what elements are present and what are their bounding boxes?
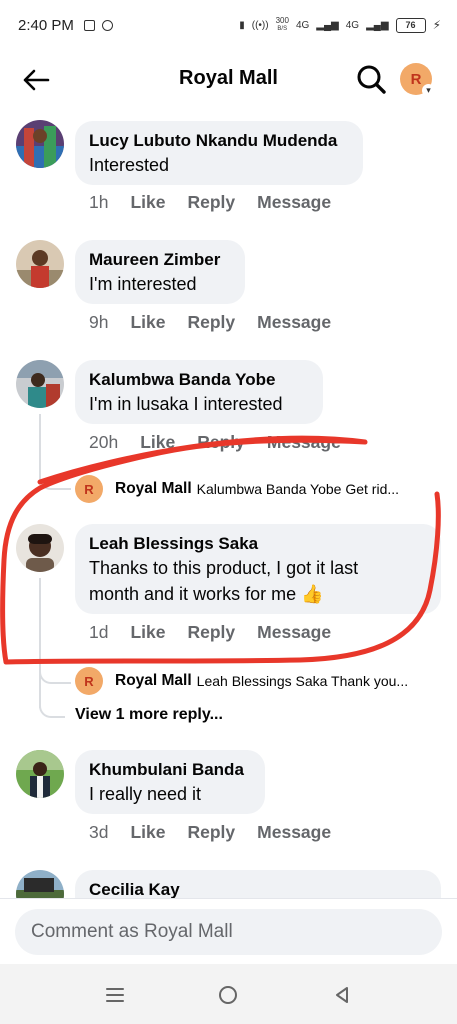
thread-line <box>39 578 41 708</box>
reply-avatar: R <box>75 667 103 695</box>
reply-preview-row[interactable]: R Royal Mall Kalumbwa Banda Yobe Get rid… <box>75 474 445 504</box>
comment-actions: 9h Like Reply Message <box>89 312 353 333</box>
home-icon[interactable] <box>215 982 241 1008</box>
battery-icon: 76 <box>395 17 426 33</box>
comment-text: I'm in lusaka I interested <box>89 394 283 414</box>
comment-time[interactable]: 20h <box>89 432 118 453</box>
messenger-notification-icon <box>101 19 113 31</box>
message-button[interactable]: Message <box>257 312 331 333</box>
message-button[interactable]: Message <box>257 192 331 213</box>
charging-icon: ⚡ <box>432 18 441 32</box>
profile-avatar-initial: R <box>410 70 422 88</box>
net-speed-unit: B/S <box>277 26 288 32</box>
comment-author[interactable]: Kalumbwa Banda Yobe <box>89 369 309 391</box>
comment-actions: 3d Like Reply Message <box>89 822 353 843</box>
status-bar: 2:40 PM ▮ ((•)) 300 B/S 4G ▂▄▆ 4G ▂▄▆ 76… <box>0 0 457 50</box>
signal-bars-icon-2: ▂▄▆ <box>366 19 389 31</box>
comment-bubble[interactable]: Leah Blessings Saka Thanks to this produ… <box>75 524 441 614</box>
comment-time[interactable]: 3d <box>89 822 108 843</box>
thread-connector <box>39 664 71 684</box>
comment-actions: 20h Like Reply Message <box>89 432 363 453</box>
vibrate-icon: ▮ <box>239 19 245 31</box>
thread-connector <box>39 470 71 490</box>
chevron-down-icon: ▾ <box>422 84 435 97</box>
comment-author[interactable]: Khumbulani Banda <box>89 759 251 781</box>
profile-avatar-button[interactable]: R ▾ <box>400 63 435 97</box>
menu-icon[interactable] <box>102 982 128 1008</box>
comment-text-line: month and it works for me 👍 <box>89 584 324 604</box>
like-button[interactable]: Like <box>130 622 165 643</box>
like-button[interactable]: Like <box>130 822 165 843</box>
view-more-replies-link[interactable]: View 1 more reply... <box>75 706 223 724</box>
reply-preview-text: Leah Blessings Saka Thank you... <box>196 673 409 689</box>
signal-4g-1: 4G <box>295 19 310 31</box>
reply-author: Royal Mall <box>115 480 192 497</box>
status-time: 2:40 PM <box>18 16 74 34</box>
app-header: Royal Mall R ▾ <box>0 50 457 110</box>
avatar[interactable] <box>16 524 64 572</box>
comment-text-line: Thanks to this product, I got it last <box>89 558 359 578</box>
signal-bars-icon: ▂▄▆ <box>316 19 339 31</box>
system-nav-bar <box>0 964 457 1024</box>
back-triangle-icon[interactable] <box>329 982 355 1008</box>
hotspot-icon: ((•)) <box>251 19 269 31</box>
like-button[interactable]: Like <box>130 192 165 213</box>
comment-bubble[interactable]: Khumbulani Banda I really need it <box>75 750 265 814</box>
reply-preview-text: Kalumbwa Banda Yobe Get rid... <box>196 481 400 497</box>
reply-button[interactable]: Reply <box>197 432 245 453</box>
comment-author[interactable]: Maureen Zimber <box>89 249 231 271</box>
reply-button[interactable]: Reply <box>188 622 236 643</box>
message-button[interactable]: Message <box>257 622 331 643</box>
message-button[interactable]: Message <box>257 822 331 843</box>
net-speed-value: 300 <box>275 16 289 25</box>
status-right: ▮ ((•)) 300 B/S 4G ▂▄▆ 4G ▂▄▆ 76 ⚡ <box>239 17 441 33</box>
thread-line <box>39 414 41 474</box>
reply-button[interactable]: Reply <box>188 192 236 213</box>
avatar[interactable] <box>16 120 64 168</box>
reply-preview-row[interactable]: R Royal Mall Leah Blessings Saka Thank y… <box>75 666 445 696</box>
comment-author[interactable]: Lucy Lubuto Nkandu Mudenda <box>89 130 349 152</box>
battery-level: 76 <box>405 20 416 30</box>
message-button[interactable]: Message <box>267 432 341 453</box>
avatar[interactable] <box>16 240 64 288</box>
comment-actions: 1h Like Reply Message <box>89 192 353 213</box>
comment-bubble[interactable]: Kalumbwa Banda Yobe I'm in lusaka I inte… <box>75 360 323 424</box>
reply-author: Royal Mall <box>115 672 192 689</box>
comment-input[interactable]: Comment as Royal Mall <box>15 909 442 955</box>
avatar[interactable] <box>16 360 64 408</box>
facebook-notification-icon <box>83 19 95 31</box>
reply-button[interactable]: Reply <box>188 312 236 333</box>
comment-text: Interested <box>89 155 170 175</box>
comment-time[interactable]: 9h <box>89 312 108 333</box>
comment-time[interactable]: 1h <box>89 192 108 213</box>
reply-avatar: R <box>75 475 103 503</box>
comment-bubble[interactable]: Maureen Zimber I'm interested <box>75 240 245 304</box>
comment-author[interactable]: Leah Blessings Saka <box>89 533 427 555</box>
like-button[interactable]: Like <box>140 432 175 453</box>
comment-bubble[interactable]: Lucy Lubuto Nkandu Mudenda Interested <box>75 121 363 185</box>
avatar[interactable] <box>16 750 64 798</box>
signal-4g-2: 4G <box>345 19 360 31</box>
net-speed: 300 B/S <box>276 17 289 33</box>
comment-composer-bar: Comment as Royal Mall <box>0 898 457 964</box>
comment-text: I really need it <box>89 784 202 804</box>
comment-time[interactable]: 1d <box>89 622 108 643</box>
comment-actions: 1d Like Reply Message <box>89 622 353 643</box>
like-button[interactable]: Like <box>130 312 165 333</box>
comment-text: I'm interested <box>89 274 197 294</box>
reply-button[interactable]: Reply <box>188 822 236 843</box>
search-icon[interactable] <box>355 63 389 97</box>
thread-connector <box>39 700 65 718</box>
